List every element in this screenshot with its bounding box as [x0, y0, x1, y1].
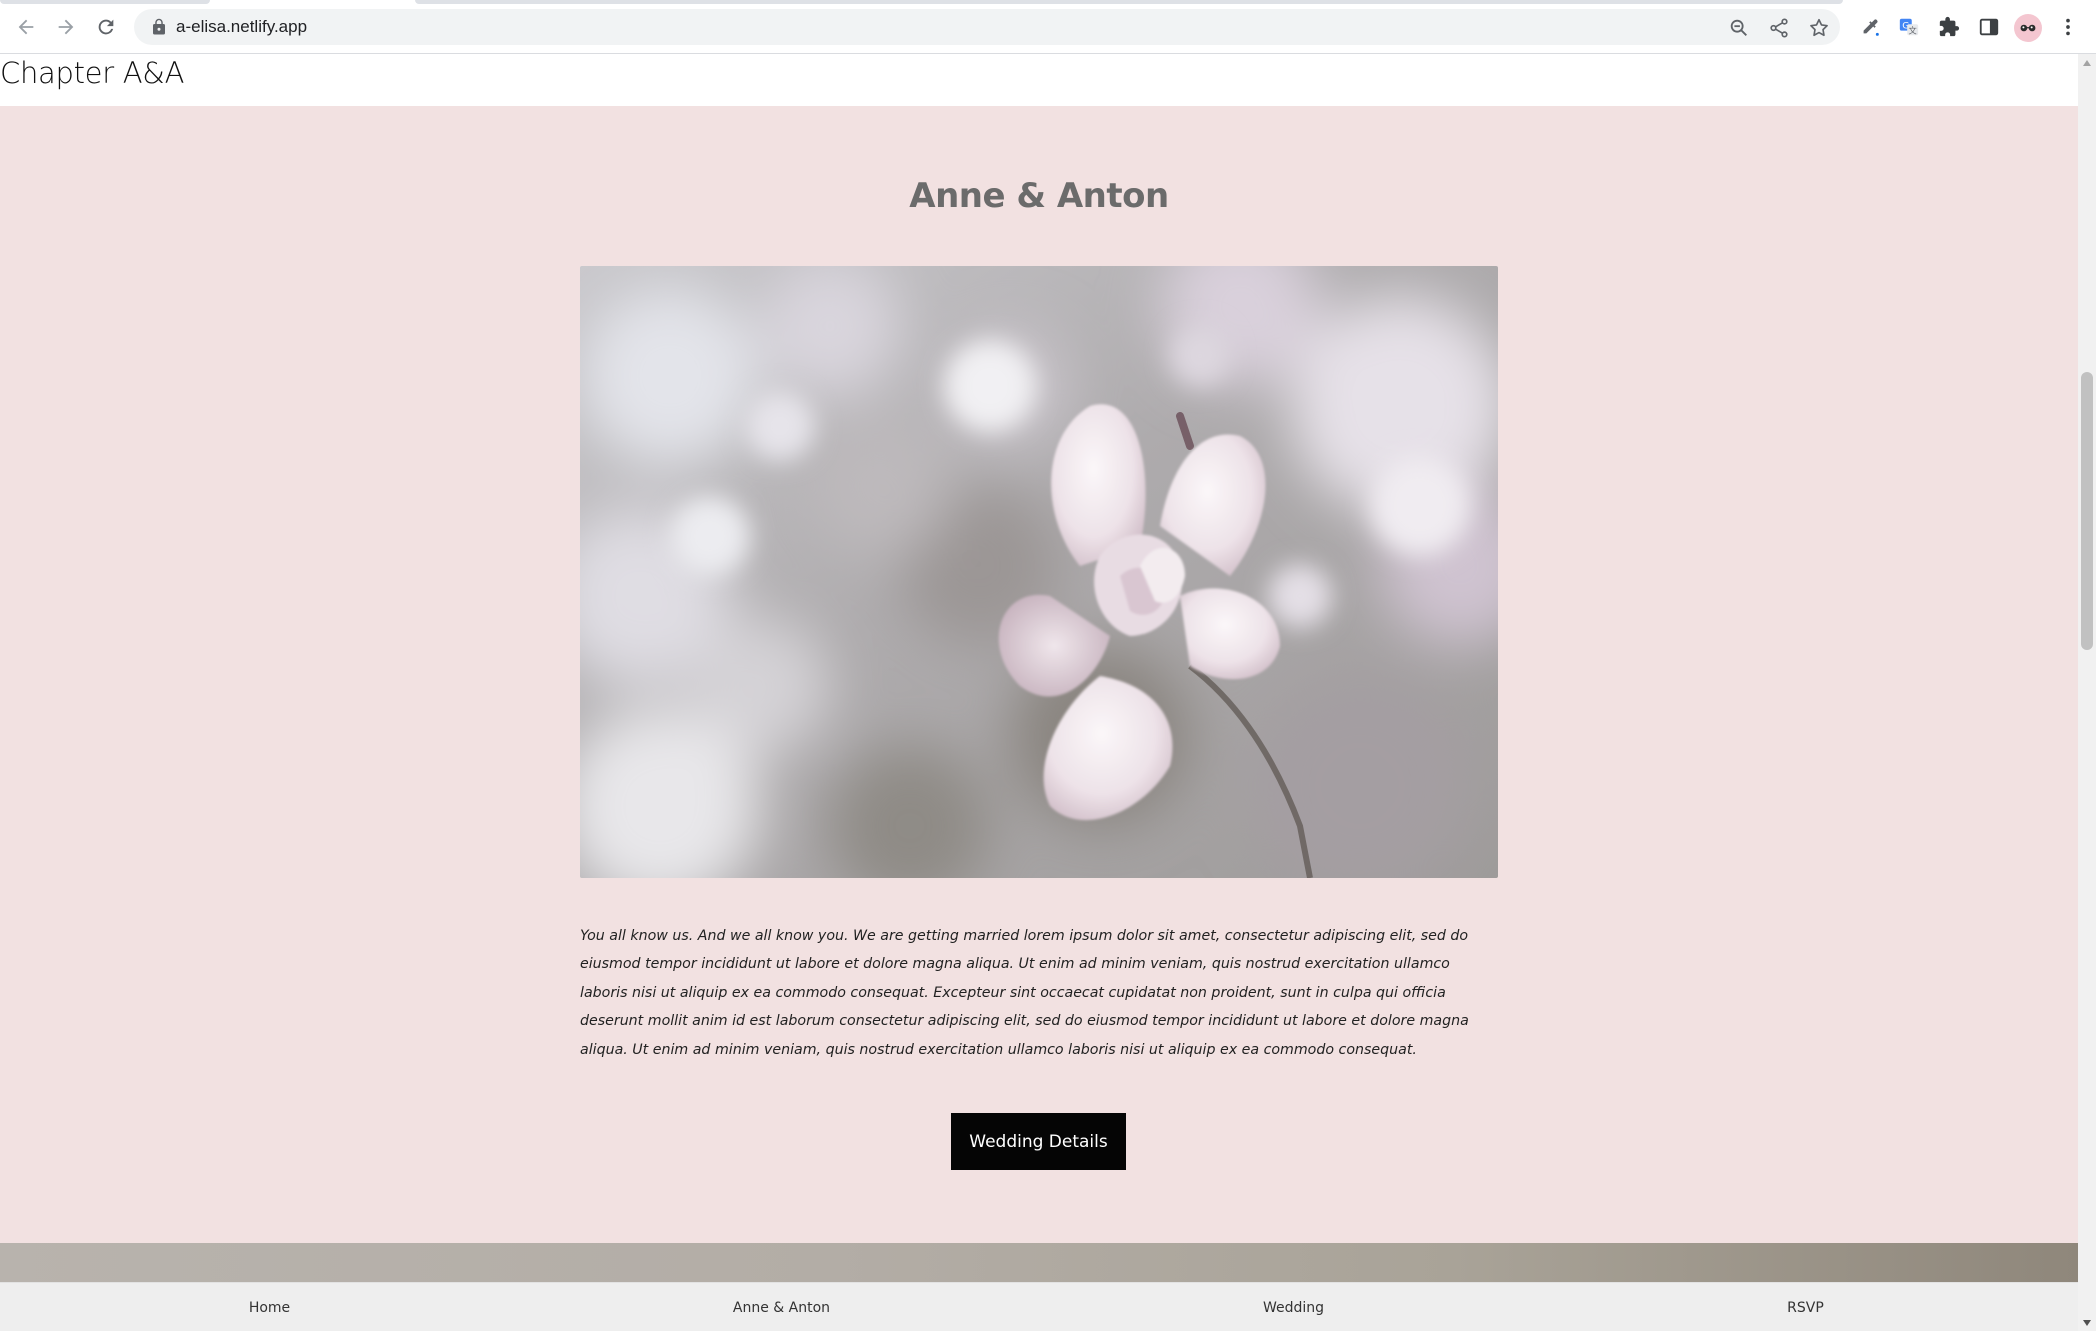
- forward-arrow-icon: [58, 19, 74, 35]
- back-button[interactable]: [10, 11, 42, 43]
- tab-inactive[interactable]: [0, 0, 210, 4]
- bottom-nav: Home Anne & Anton Wedding RSVP: [0, 1282, 2078, 1331]
- glasses-icon: [2020, 24, 2036, 32]
- url-text[interactable]: a-elisa.netlify.app: [176, 17, 307, 37]
- star-icon[interactable]: [1808, 17, 1830, 39]
- page-viewport: Chapter A&A Anne & Anton You all know us…: [0, 54, 2078, 1331]
- site-header: Chapter A&A: [0, 54, 2078, 106]
- magnolia-flower-image: [580, 266, 1498, 878]
- translate-button[interactable]: G文: [1897, 15, 1921, 39]
- intro-paragraph: You all know us. And we all know you. We…: [580, 928, 1469, 1058]
- browser-toolbar: a-elisa.netlify.app G文: [0, 0, 2096, 54]
- zoom-icon[interactable]: [1728, 17, 1750, 39]
- back-arrow-icon: [18, 19, 34, 35]
- eyedropper-icon: [1863, 19, 1879, 36]
- browser-menu-button[interactable]: [2056, 15, 2080, 39]
- wedding-details-button[interactable]: Wedding Details: [951, 1113, 1126, 1170]
- reload-icon: [98, 19, 114, 35]
- tab-strip: [0, 0, 2096, 4]
- share-icon[interactable]: [1768, 17, 1790, 39]
- magnolia-photo: [580, 266, 1498, 878]
- reload-button[interactable]: [90, 11, 122, 43]
- nav-home[interactable]: Home: [10, 1283, 529, 1331]
- scrollbar-thumb[interactable]: [2081, 372, 2093, 650]
- scroll-up-arrow-icon[interactable]: [2078, 54, 2096, 71]
- lock-icon[interactable]: [150, 18, 168, 36]
- address-bar[interactable]: a-elisa.netlify.app: [134, 9, 1840, 45]
- forward-button[interactable]: [50, 11, 82, 43]
- nav-rsvp[interactable]: RSVP: [1546, 1283, 2065, 1331]
- kebab-menu-icon: [2066, 18, 2070, 36]
- svg-text:文: 文: [1909, 25, 1917, 35]
- puzzle-icon: [1939, 16, 1960, 37]
- site-title[interactable]: Chapter A&A: [0, 56, 184, 90]
- scroll-down-arrow-icon[interactable]: [2078, 1314, 2096, 1331]
- side-panel-icon: [1979, 18, 1999, 36]
- translate-icon: G文: [1899, 18, 1919, 35]
- tab-active[interactable]: [415, 0, 1843, 4]
- extensions-button[interactable]: [1937, 15, 1961, 39]
- profile-avatar-icon[interactable]: [2014, 14, 2042, 42]
- side-panel-button[interactable]: [1977, 15, 2001, 39]
- page-scrollbar[interactable]: [2078, 54, 2096, 1331]
- nav-wedding[interactable]: Wedding: [1034, 1283, 1553, 1331]
- eyedropper-button[interactable]: [1858, 15, 1882, 39]
- nav-anne-anton[interactable]: Anne & Anton: [522, 1283, 1041, 1331]
- page-title: Anne & Anton: [909, 176, 1169, 216]
